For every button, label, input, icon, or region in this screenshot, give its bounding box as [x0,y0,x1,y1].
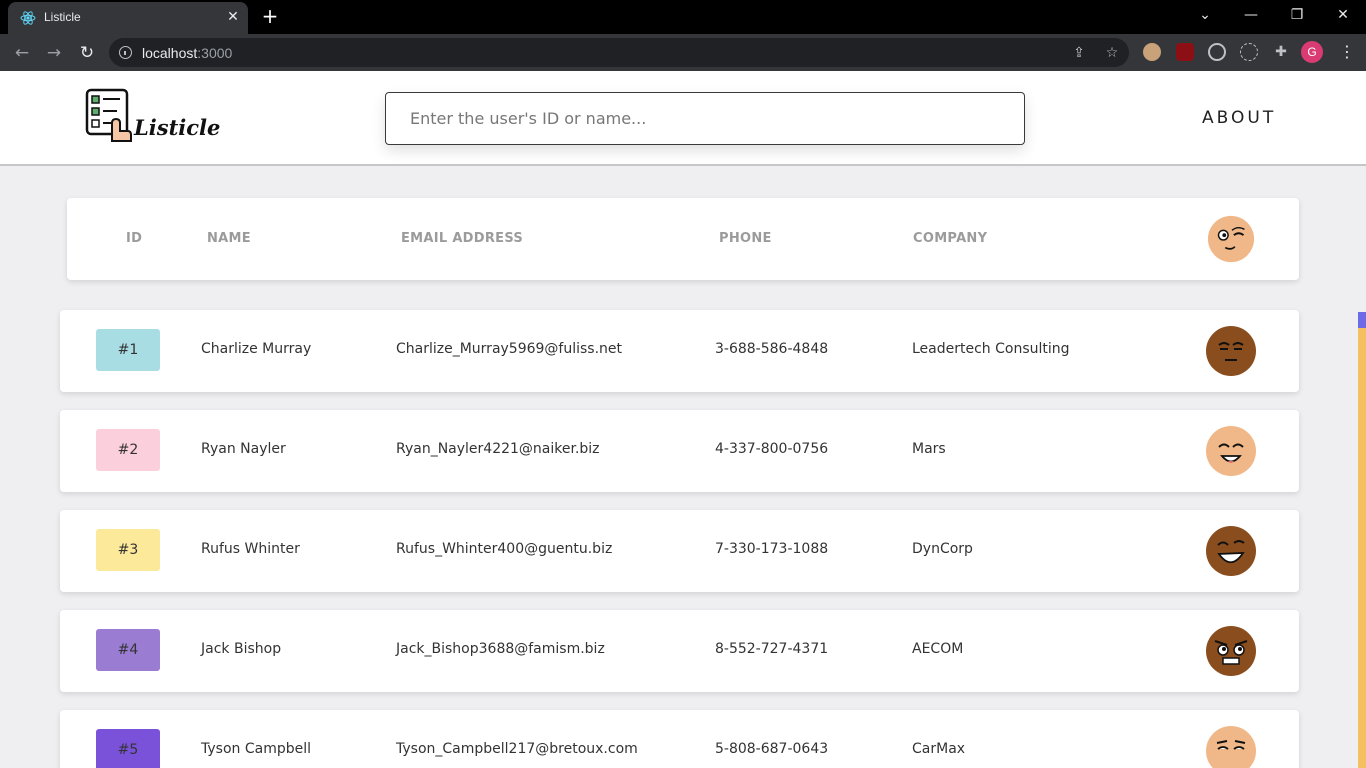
company-cell: DynCorp [912,541,973,557]
avatar [1206,726,1256,768]
column-header-email[interactable]: EMAIL ADDRESS [401,231,523,246]
logo-text: Listicle [134,115,221,140]
address-bar[interactable]: localhost:3000 ⇪ ☆ [109,38,1129,67]
table-row[interactable]: #1 Charlize Murray Charlize_Murray5969@f… [60,310,1299,392]
avatar [1206,326,1256,376]
extension-target-icon[interactable] [1208,43,1226,61]
id-badge: #2 [96,429,160,471]
site-info-icon[interactable] [119,46,132,59]
browser-toolbar: ← → ↻ localhost:3000 ⇪ ☆ ✚ G ⋮ [0,34,1366,71]
user-search-input[interactable] [385,92,1025,145]
name-cell: Ryan Nayler [201,441,286,457]
extensions-puzzle-icon[interactable]: ✚ [1272,43,1290,61]
id-badge: #3 [96,529,160,571]
new-tab-icon[interactable]: + [258,4,282,28]
id-badge: #5 [96,729,160,768]
column-header-id[interactable]: ID [126,231,142,246]
scrollbar-track[interactable] [1358,312,1366,768]
react-icon [20,11,36,25]
name-cell: Tyson Campbell [201,741,311,757]
browser-tab-strip: Listicle ✕ + ⌄ — ❐ ✕ [0,0,1366,34]
company-cell: Leadertech Consulting [912,341,1070,357]
reload-icon[interactable]: ↻ [74,40,100,66]
company-cell: CarMax [912,741,966,757]
name-cell: Rufus Whinter [201,541,300,557]
phone-cell: 4-337-800-0756 [715,441,829,457]
phone-cell: 7-330-173-1088 [715,541,829,557]
table-row[interactable]: #2 Ryan Nayler Ryan_Nayler4221@naiker.bi… [60,410,1299,492]
logo[interactable]: Listicle [84,87,220,145]
checklist-hand-icon [85,88,132,142]
scrollbar-thumb[interactable] [1358,312,1366,328]
column-header-name[interactable]: NAME [207,231,251,246]
name-cell: Charlize Murray [201,341,312,357]
company-cell: AECOM [912,641,964,657]
name-cell: Jack Bishop [201,641,282,657]
phone-cell: 8-552-727-4371 [715,641,829,657]
winking-face-icon [1207,215,1255,263]
email-cell: Charlize_Murray5969@fuliss.net [396,341,623,357]
id-badge: #1 [96,329,160,371]
browser-tab[interactable]: Listicle ✕ [8,2,248,34]
ublock-icon[interactable] [1176,43,1194,61]
browser-menu-icon[interactable]: ⋮ [1336,41,1358,63]
tab-title: Listicle [44,10,81,24]
email-cell: Ryan_Nayler4221@naiker.biz [396,441,600,457]
share-icon[interactable]: ⇪ [1069,43,1089,63]
site-header: Listicle ABOUT [0,71,1366,166]
table-row[interactable]: #3 Rufus Whinter Rufus_Whinter400@guentu… [60,510,1299,592]
about-link[interactable]: ABOUT [1202,108,1276,128]
email-cell: Jack_Bishop3688@famism.biz [396,641,605,657]
minimize-icon[interactable]: — [1228,0,1274,32]
avatar [1206,426,1256,476]
bookmark-star-icon[interactable]: ☆ [1102,43,1122,63]
email-cell: Rufus_Whinter400@guentu.biz [396,541,613,557]
email-cell: Tyson_Campbell217@bretoux.com [396,741,638,757]
close-window-icon[interactable]: ✕ [1320,0,1366,32]
back-icon[interactable]: ← [9,40,35,66]
company-cell: Mars [912,441,946,457]
phone-cell: 3-688-586-4848 [715,341,829,357]
phone-cell: 5-808-687-0643 [715,741,829,757]
column-header-company[interactable]: COMPANY [913,231,987,246]
close-tab-icon[interactable]: ✕ [224,8,242,26]
id-badge: #4 [96,629,160,671]
column-header-phone[interactable]: PHONE [719,231,772,246]
url-text: localhost:3000 [142,45,233,61]
table-row[interactable]: #5 Tyson Campbell Tyson_Campbell217@bret… [60,710,1299,768]
avatar [1206,626,1256,676]
table-header: ID NAME EMAIL ADDRESS PHONE COMPANY [67,198,1299,280]
restore-icon[interactable]: ❐ [1274,0,1320,32]
forward-icon[interactable]: → [41,40,67,66]
profile-avatar[interactable]: G [1301,41,1323,63]
tab-search-icon[interactable]: ⌄ [1182,0,1228,32]
react-devtools-icon[interactable] [1240,43,1258,61]
avatar [1206,526,1256,576]
table-row[interactable]: #4 Jack Bishop Jack_Bishop3688@famism.bi… [60,610,1299,692]
extension-avatar-icon[interactable] [1143,43,1161,61]
